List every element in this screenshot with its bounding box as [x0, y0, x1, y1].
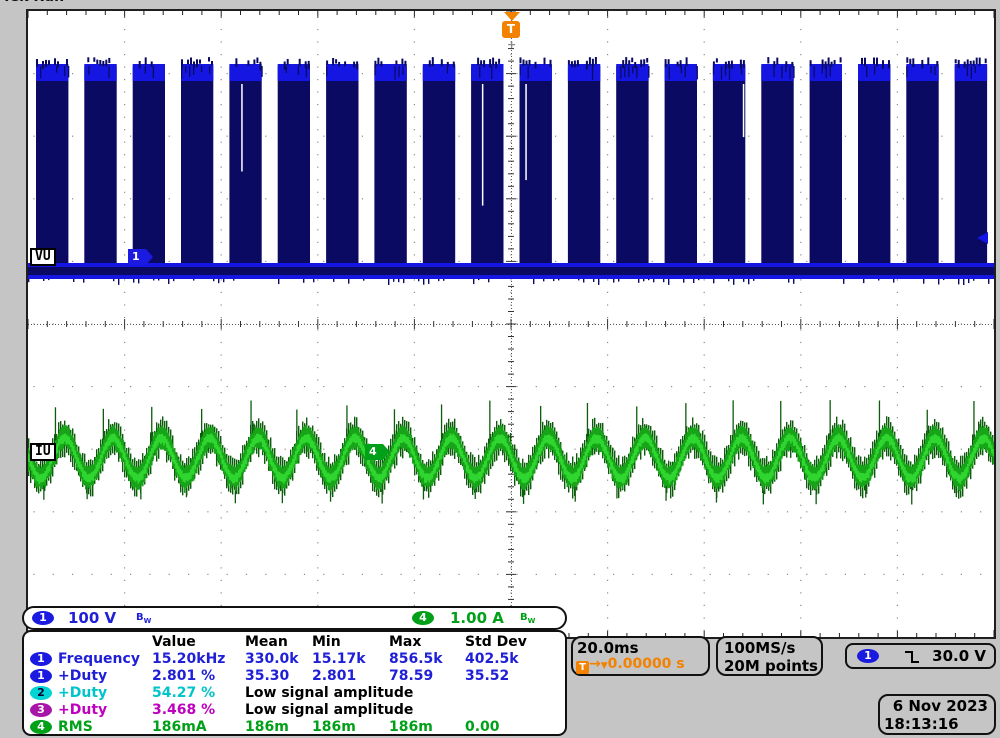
- record-length: 20M points: [724, 657, 818, 675]
- row-channel-badge: 4: [30, 720, 52, 734]
- row-channel-badge: 1: [30, 652, 52, 666]
- sample-rate: 100MS/s: [724, 639, 795, 657]
- low-signal-note: Low signal amplitude: [245, 685, 413, 701]
- trigger-level: 30.0 V: [932, 647, 986, 665]
- channel-1-scale: 100 V: [68, 609, 116, 627]
- channel-1-waveform-label: VU: [30, 248, 56, 266]
- channel-4-waveform-label: IU: [30, 443, 56, 461]
- measurement-row-duty-ch1[interactable]: 1 +Duty 2.801 % 35.30 2.801 78.59 35.52: [24, 668, 565, 685]
- falling-edge-icon: [903, 649, 921, 665]
- trigger-level-marker[interactable]: [977, 232, 988, 244]
- trigger-crosshair-icon: +: [507, 38, 516, 51]
- measurement-row-frequency[interactable]: 1 Frequency 15.20kHz 330.0k 15.17k 856.5…: [24, 651, 565, 668]
- timebase-scale: 20.0ms: [577, 639, 639, 657]
- channel-1-badge: 1: [32, 611, 54, 625]
- trigger-arrow-icon: [504, 12, 520, 21]
- measurement-row-rms[interactable]: 4 RMS 186mA 186m 186m 186m 0.00: [24, 719, 565, 736]
- channel-1-bandwidth-icon: BW: [136, 612, 151, 625]
- graticule-area: T +: [26, 9, 996, 639]
- trigger-readout[interactable]: 1 30.0 V: [845, 643, 996, 669]
- trigger-position-marker[interactable]: T +: [501, 11, 523, 55]
- date-text: 6 Nov 2023: [893, 697, 988, 715]
- measurement-header-row: Value Mean Min Max Std Dev: [24, 634, 565, 651]
- timebase-readout[interactable]: 20.0ms T→▼0.00000 s: [571, 636, 710, 676]
- channel-scale-bar[interactable]: 1 100 V BW 4 1.00 A BW: [22, 606, 567, 630]
- row-channel-badge: 2: [30, 686, 52, 700]
- down-triangle-icon: ▼: [601, 661, 608, 671]
- channel-4-badge: 4: [412, 611, 434, 625]
- waveform-traces: [28, 11, 994, 637]
- row-channel-badge: 1: [30, 669, 52, 683]
- measurement-row-duty-ch3[interactable]: 3 +Duty 3.468 % Low signal amplitude: [24, 702, 565, 719]
- low-signal-note: Low signal amplitude: [245, 702, 413, 718]
- oscilloscope-ui: { "bezel": { "top_left_clipped_text": "T…: [0, 0, 1000, 738]
- datetime-readout: 6 Nov 2023 18:13:16: [878, 694, 996, 735]
- trigger-t-mini-icon: T: [576, 661, 589, 674]
- measurement-table[interactable]: Value Mean Min Max Std Dev 1 Frequency 1…: [22, 630, 567, 736]
- channel-4-bandwidth-icon: BW: [520, 612, 535, 625]
- top-status-clipped-text: Tek Run: [2, 0, 122, 5]
- trigger-t-icon: T: [502, 21, 520, 38]
- acquisition-readout[interactable]: 100MS/s 20M points: [716, 636, 823, 676]
- row-channel-badge: 3: [30, 703, 52, 717]
- trigger-position-readout: T→▼0.00000 s: [576, 656, 685, 674]
- trigger-source-badge: 1: [857, 649, 879, 663]
- time-text: 18:13:16: [884, 715, 959, 733]
- measurement-row-duty-ch2[interactable]: 2 +Duty 54.27 % Low signal amplitude: [24, 685, 565, 702]
- channel-4-scale: 1.00 A: [450, 609, 504, 627]
